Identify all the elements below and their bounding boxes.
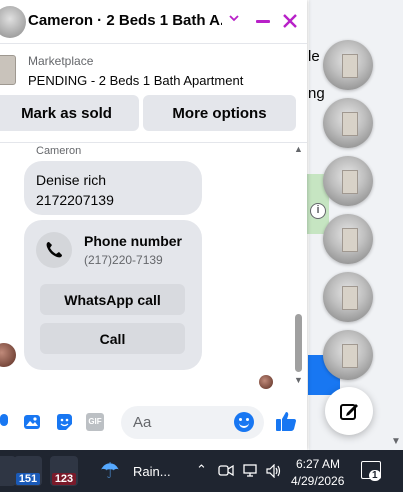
chat-head-avatar[interactable]: [323, 272, 373, 322]
marketplace-label: Marketplace: [28, 54, 94, 68]
phone-icon: [36, 232, 72, 268]
image-icon[interactable]: [23, 413, 41, 431]
sticker-icon[interactable]: [55, 413, 73, 431]
chat-head-avatar[interactable]: [323, 330, 373, 380]
chevron-down-icon[interactable]: [228, 11, 240, 27]
scroll-up-icon[interactable]: ▲: [294, 144, 303, 154]
call-button[interactable]: Call: [40, 323, 185, 354]
clock-time[interactable]: 6:27 AM: [296, 457, 340, 471]
chat-header[interactable]: Cameron · 2 Beds 1 Bath A...: [0, 0, 307, 44]
whatsapp-call-button[interactable]: WhatsApp call: [40, 284, 185, 315]
compose-icon: [340, 404, 358, 420]
taskbar-badge: 151: [16, 473, 40, 485]
notification-count: 1: [369, 470, 381, 481]
phone-card-title: Phone number: [84, 233, 183, 249]
message-input[interactable]: Aa: [121, 406, 264, 439]
weather-text[interactable]: Rain...: [133, 464, 171, 479]
like-icon[interactable]: [275, 410, 297, 432]
chat-title[interactable]: Cameron · 2 Beds 1 Bath A...: [28, 12, 222, 29]
taskbar-badge: 123: [52, 473, 76, 485]
mark-as-sold-button[interactable]: Mark as sold: [0, 95, 139, 131]
meet-now-icon[interactable]: [218, 464, 234, 478]
taskbar: 151 123 ☂ Rain... ⌃ 6:27 AM 4/29/2026 1: [0, 450, 403, 492]
sender-avatar: [0, 343, 16, 367]
phone-number-card: Phone number (217)220-7139 WhatsApp call…: [24, 220, 202, 370]
message-composer: GIF Aa: [0, 400, 307, 444]
new-message-button[interactable]: [325, 387, 373, 435]
taskbar-app-sports[interactable]: 123: [50, 456, 78, 486]
chat-head-avatar[interactable]: [323, 40, 373, 90]
minimize-icon[interactable]: [256, 20, 270, 23]
close-icon[interactable]: [281, 8, 299, 35]
scroll-down-icon[interactable]: ▼: [294, 375, 303, 385]
chat-head-avatar[interactable]: [323, 98, 373, 148]
message-bubble: Denise rich 2172207139: [24, 161, 202, 215]
thread-scrollbar[interactable]: ▲ ▼: [293, 142, 303, 392]
mic-icon[interactable]: [0, 413, 14, 431]
umbrella-icon[interactable]: ☂: [100, 458, 120, 484]
scroll-thumb[interactable]: [295, 314, 302, 372]
seen-indicator-avatar: [259, 375, 273, 389]
background-text-1: le: [308, 48, 320, 65]
contact-avatar[interactable]: [0, 6, 26, 38]
chat-head-avatar[interactable]: [323, 214, 373, 264]
page-scroll-down-icon[interactable]: ▼: [391, 436, 401, 447]
listing-thumbnail: [0, 55, 16, 85]
more-options-button[interactable]: More options: [143, 95, 296, 131]
marketplace-listing[interactable]: Marketplace PENDING - 2 Beds 1 Bath Apar…: [0, 52, 307, 88]
sender-name: Cameron: [36, 145, 82, 157]
clock-date[interactable]: 4/29/2026: [291, 474, 344, 488]
message-thread: Cameron Denise rich 2172207139 Phone num…: [0, 142, 307, 392]
listing-status: PENDING - 2 Beds 1 Bath Apartment: [28, 73, 244, 88]
phone-card-number: (217)220-7139: [84, 253, 163, 267]
message-input-placeholder: Aa: [133, 414, 152, 431]
gif-icon[interactable]: GIF: [86, 413, 104, 431]
background-text-2: ng: [308, 85, 325, 102]
emoji-icon[interactable]: [234, 412, 254, 432]
message-line: Denise rich: [36, 172, 107, 188]
chat-head-avatar[interactable]: [323, 156, 373, 206]
volume-icon[interactable]: [266, 464, 282, 478]
info-icon[interactable]: i: [310, 203, 326, 219]
message-line: 2172207139: [36, 192, 114, 208]
network-icon[interactable]: [242, 464, 258, 478]
taskbar-app-news[interactable]: 151: [14, 456, 42, 486]
chevron-up-icon[interactable]: ⌃: [196, 462, 207, 478]
chat-window: Cameron · 2 Beds 1 Bath A... Marketplace…: [0, 0, 307, 450]
